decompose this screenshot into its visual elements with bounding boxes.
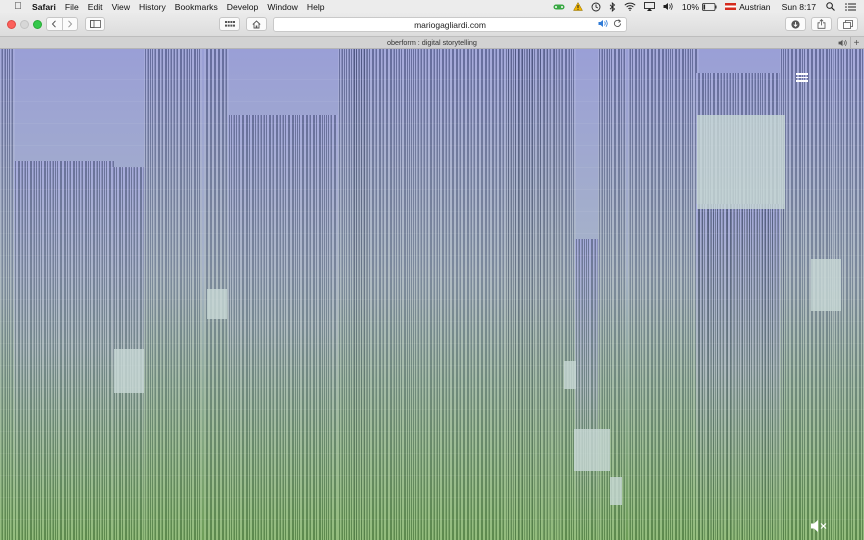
tower-block bbox=[575, 239, 601, 540]
downloads-button[interactable] bbox=[785, 17, 806, 31]
tabs-overview-icon bbox=[842, 19, 853, 29]
tower-block bbox=[628, 49, 699, 540]
window-controls bbox=[7, 20, 46, 29]
battery-icon[interactable] bbox=[702, 2, 717, 11]
floating-cube bbox=[574, 429, 610, 471]
download-icon bbox=[791, 19, 800, 29]
navigation-buttons bbox=[46, 17, 78, 31]
close-window-button[interactable] bbox=[7, 20, 16, 29]
spotlight-search-icon[interactable] bbox=[826, 2, 835, 11]
menu-bookmarks[interactable]: Bookmarks bbox=[175, 2, 218, 12]
tier-band bbox=[0, 255, 864, 256]
sidebar-icon bbox=[89, 20, 101, 28]
menu-help[interactable]: Help bbox=[307, 2, 325, 12]
tier-band bbox=[0, 277, 864, 278]
chevron-left-icon bbox=[52, 20, 57, 28]
fullscreen-window-button[interactable] bbox=[33, 20, 42, 29]
time-machine-icon[interactable] bbox=[591, 2, 601, 12]
notification-center-icon[interactable] bbox=[845, 2, 856, 11]
airplay-icon[interactable] bbox=[643, 2, 655, 11]
apple-menu-icon[interactable]:  bbox=[10, 1, 26, 12]
reload-icon bbox=[613, 19, 622, 27]
tier-band bbox=[0, 453, 864, 454]
menu-safari[interactable]: Safari bbox=[32, 2, 56, 12]
austria-flag-icon bbox=[725, 3, 737, 10]
floating-cube bbox=[610, 477, 622, 505]
warning-icon[interactable] bbox=[572, 2, 583, 11]
grid-icon bbox=[224, 21, 235, 27]
input-source-label: Austrian bbox=[739, 1, 771, 12]
reload-button[interactable] bbox=[613, 19, 622, 28]
address-bar[interactable]: mariogagliardi.com bbox=[273, 17, 627, 32]
tab-title[interactable]: oberform : digital storytelling bbox=[387, 38, 477, 47]
tier-band bbox=[0, 431, 864, 432]
menu-clock[interactable]: Sun 8:17 bbox=[782, 2, 816, 12]
tier-band bbox=[0, 299, 864, 300]
wifi-icon[interactable] bbox=[624, 2, 636, 11]
sidebar-button[interactable] bbox=[85, 17, 105, 31]
share-icon bbox=[817, 19, 826, 29]
top-sites-button[interactable] bbox=[219, 17, 240, 31]
menu-develop[interactable]: Develop bbox=[227, 2, 259, 12]
tier-band bbox=[0, 233, 864, 234]
tier-band bbox=[0, 343, 864, 344]
tier-band bbox=[0, 101, 864, 102]
tab-audio-icon[interactable] bbox=[838, 39, 848, 49]
tower-block bbox=[14, 161, 114, 540]
speaker-muted-icon[interactable] bbox=[810, 519, 828, 533]
share-button[interactable] bbox=[811, 17, 832, 31]
tier-band bbox=[0, 409, 864, 410]
chevron-right-icon bbox=[67, 20, 72, 28]
home-button[interactable] bbox=[246, 17, 267, 31]
gamepad-icon[interactable] bbox=[553, 3, 565, 11]
menu-edit[interactable]: Edit bbox=[88, 2, 103, 12]
tier-band bbox=[0, 211, 864, 212]
tower-block bbox=[144, 49, 202, 540]
web-content bbox=[0, 49, 864, 540]
tab-bar: oberform : digital storytelling + bbox=[0, 36, 864, 49]
tier-band bbox=[0, 321, 864, 322]
floating-cube bbox=[811, 259, 841, 311]
tier-band bbox=[0, 497, 864, 498]
tower-block bbox=[228, 115, 338, 540]
menu-history[interactable]: History bbox=[139, 2, 166, 12]
hamburger-icon[interactable] bbox=[796, 73, 808, 82]
back-button[interactable] bbox=[47, 18, 63, 30]
tower-block bbox=[696, 204, 784, 540]
input-source[interactable]: Austrian bbox=[725, 2, 771, 12]
tier-band bbox=[0, 79, 864, 80]
audio-playing-icon[interactable] bbox=[598, 19, 609, 28]
new-tab-button[interactable]: + bbox=[850, 37, 862, 49]
menu-window[interactable]: Window bbox=[267, 2, 298, 12]
city-scene-canvas[interactable] bbox=[0, 49, 864, 540]
battery-percent[interactable]: 10% bbox=[682, 2, 699, 12]
menu-file[interactable]: File bbox=[65, 2, 79, 12]
volume-icon[interactable] bbox=[663, 2, 674, 11]
home-icon bbox=[252, 19, 261, 28]
floating-cube bbox=[564, 361, 576, 389]
floating-cube bbox=[114, 349, 144, 393]
minimize-window-button[interactable] bbox=[20, 20, 29, 29]
show-tabs-button[interactable] bbox=[837, 17, 858, 31]
menu-bar:  Safari File Edit View History Bookmark… bbox=[0, 0, 864, 13]
forward-button[interactable] bbox=[63, 18, 78, 30]
bluetooth-icon[interactable] bbox=[609, 1, 616, 12]
tier-band bbox=[0, 519, 864, 520]
floating-cube bbox=[697, 115, 785, 209]
floating-cube bbox=[207, 289, 227, 319]
address-bar-url: mariogagliardi.com bbox=[414, 19, 486, 30]
tower-block bbox=[505, 49, 576, 540]
browser-toolbar: mariogagliardi.com bbox=[0, 13, 864, 36]
menu-view[interactable]: View bbox=[112, 2, 130, 12]
tier-band bbox=[0, 475, 864, 476]
tower-block bbox=[0, 49, 15, 540]
